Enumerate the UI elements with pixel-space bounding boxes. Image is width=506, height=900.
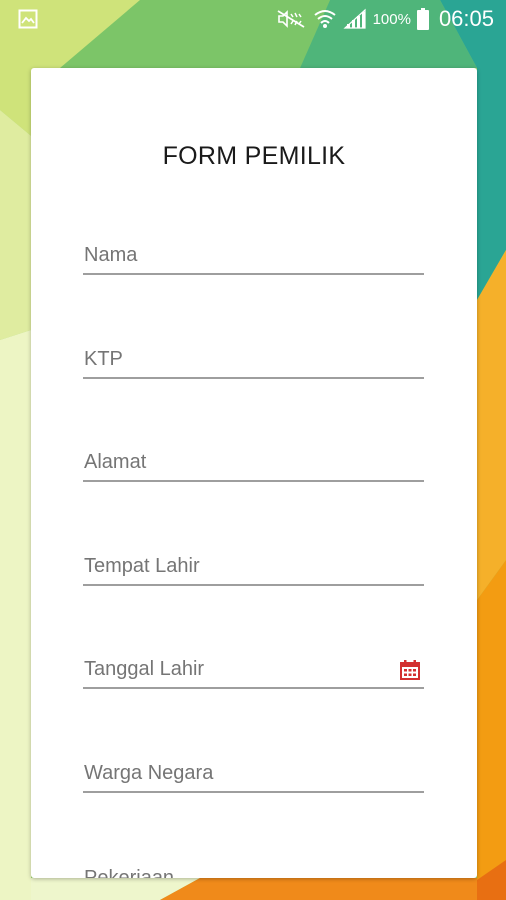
battery-percent: 100% [372, 10, 411, 28]
alamat-field[interactable]: Alamat [83, 442, 424, 482]
ktp-field[interactable]: KTP [83, 339, 424, 379]
tanggal-lahir-field[interactable]: Tanggal Lahir [83, 649, 424, 689]
status-bar: 100% 06:05 [0, 0, 506, 38]
image-notification-icon [18, 9, 38, 29]
tanggal-lahir-underline [83, 687, 424, 689]
tempat-lahir-field[interactable]: Tempat Lahir [83, 546, 424, 586]
nama-field[interactable]: Nama [83, 235, 424, 275]
warga-negara-placeholder[interactable]: Warga Negara [84, 762, 213, 785]
wifi-icon [313, 8, 337, 30]
alamat-placeholder[interactable]: Alamat [84, 451, 146, 474]
status-clock: 06:05 [438, 6, 494, 31]
calendar-icon[interactable] [399, 659, 421, 681]
nama-underline [83, 273, 424, 275]
tempat-lahir-placeholder[interactable]: Tempat Lahir [84, 555, 200, 578]
mute-icon [275, 9, 307, 29]
warga-negara-underline [83, 791, 424, 793]
signal-icon [342, 8, 367, 30]
form-card: FORM PEMILIK Nama KTP Alamat Tempat Lahi… [31, 68, 477, 878]
battery-icon [416, 8, 429, 30]
ktp-placeholder[interactable]: KTP [84, 348, 123, 371]
tempat-lahir-underline [83, 584, 424, 586]
tanggal-lahir-placeholder[interactable]: Tanggal Lahir [84, 658, 204, 681]
warga-negara-field[interactable]: Warga Negara [83, 753, 424, 793]
alamat-underline [83, 480, 424, 482]
nama-placeholder[interactable]: Nama [84, 244, 137, 267]
status-icons: 100% 06:05 [275, 6, 494, 32]
ktp-underline [83, 377, 424, 379]
form-title: FORM PEMILIK [162, 142, 346, 170]
pekerjaan-field[interactable]: Pekerjaan [83, 858, 424, 878]
pekerjaan-placeholder[interactable]: Pekerjaan [84, 867, 174, 878]
